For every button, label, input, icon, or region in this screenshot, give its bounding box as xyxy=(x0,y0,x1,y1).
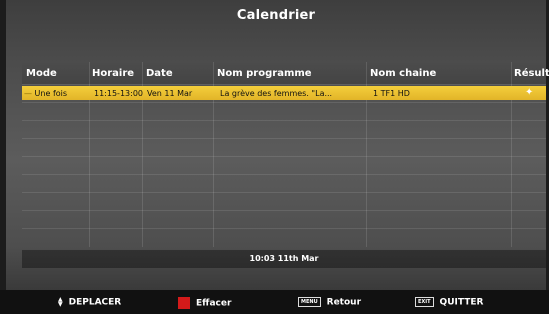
col-head-mode: Mode xyxy=(26,68,57,79)
col-head-resultat: Résult.. xyxy=(514,68,549,79)
row-mode: — Une fois xyxy=(24,89,68,98)
col-head-programme: Nom programme xyxy=(217,68,312,79)
exit-key-icon: EXIT xyxy=(415,297,434,307)
status-bar: 10:03 11th Mar xyxy=(22,250,546,268)
star-icon: ✦ xyxy=(525,87,534,98)
grid-divider xyxy=(22,120,546,121)
table-row-selected[interactable]: — Une fois 11:15-13:00 Ven 11 Mar La grè… xyxy=(22,86,546,100)
schedule-table: Mode Horaire Date Nom programme Nom chai… xyxy=(22,62,549,247)
grid-divider xyxy=(22,102,546,103)
dash-icon: — xyxy=(24,89,32,98)
footer-help-bar: ▲ ▼ DEPLACER Effacer MENU Retour EXIT QUITTE… xyxy=(0,290,549,314)
row-programme: La grève des femmes. "La... xyxy=(220,89,333,98)
grid-divider xyxy=(22,192,546,193)
row-horaire: 11:15-13:00 xyxy=(94,89,143,98)
back-hint[interactable]: MENU Retour xyxy=(298,297,361,308)
row-chaine: 1 TF1 HD xyxy=(373,89,410,98)
grid-divider xyxy=(22,228,546,229)
grid-divider xyxy=(22,210,546,211)
move-hint[interactable]: ▲ ▼ DEPLACER xyxy=(58,297,121,308)
col-head-horaire: Horaire xyxy=(92,68,135,79)
col-head-chaine: Nom chaine xyxy=(370,68,437,79)
tv-screen: Calendrier Mode Horaire Date Nom program… xyxy=(6,0,549,290)
grid-divider xyxy=(22,156,546,157)
red-key-icon xyxy=(178,297,190,309)
row-date: Ven 11 Mar xyxy=(147,89,193,98)
up-down-arrows-icon: ▲ ▼ xyxy=(58,296,63,308)
page-title: Calendrier xyxy=(236,8,316,23)
quit-hint[interactable]: EXIT QUITTER xyxy=(415,297,483,308)
col-head-date: Date xyxy=(146,68,173,79)
grid-divider xyxy=(22,138,546,139)
delete-hint[interactable]: Effacer xyxy=(178,297,231,309)
grid-divider xyxy=(22,84,546,85)
menu-key-icon: MENU xyxy=(298,297,321,307)
grid-divider xyxy=(22,174,546,175)
